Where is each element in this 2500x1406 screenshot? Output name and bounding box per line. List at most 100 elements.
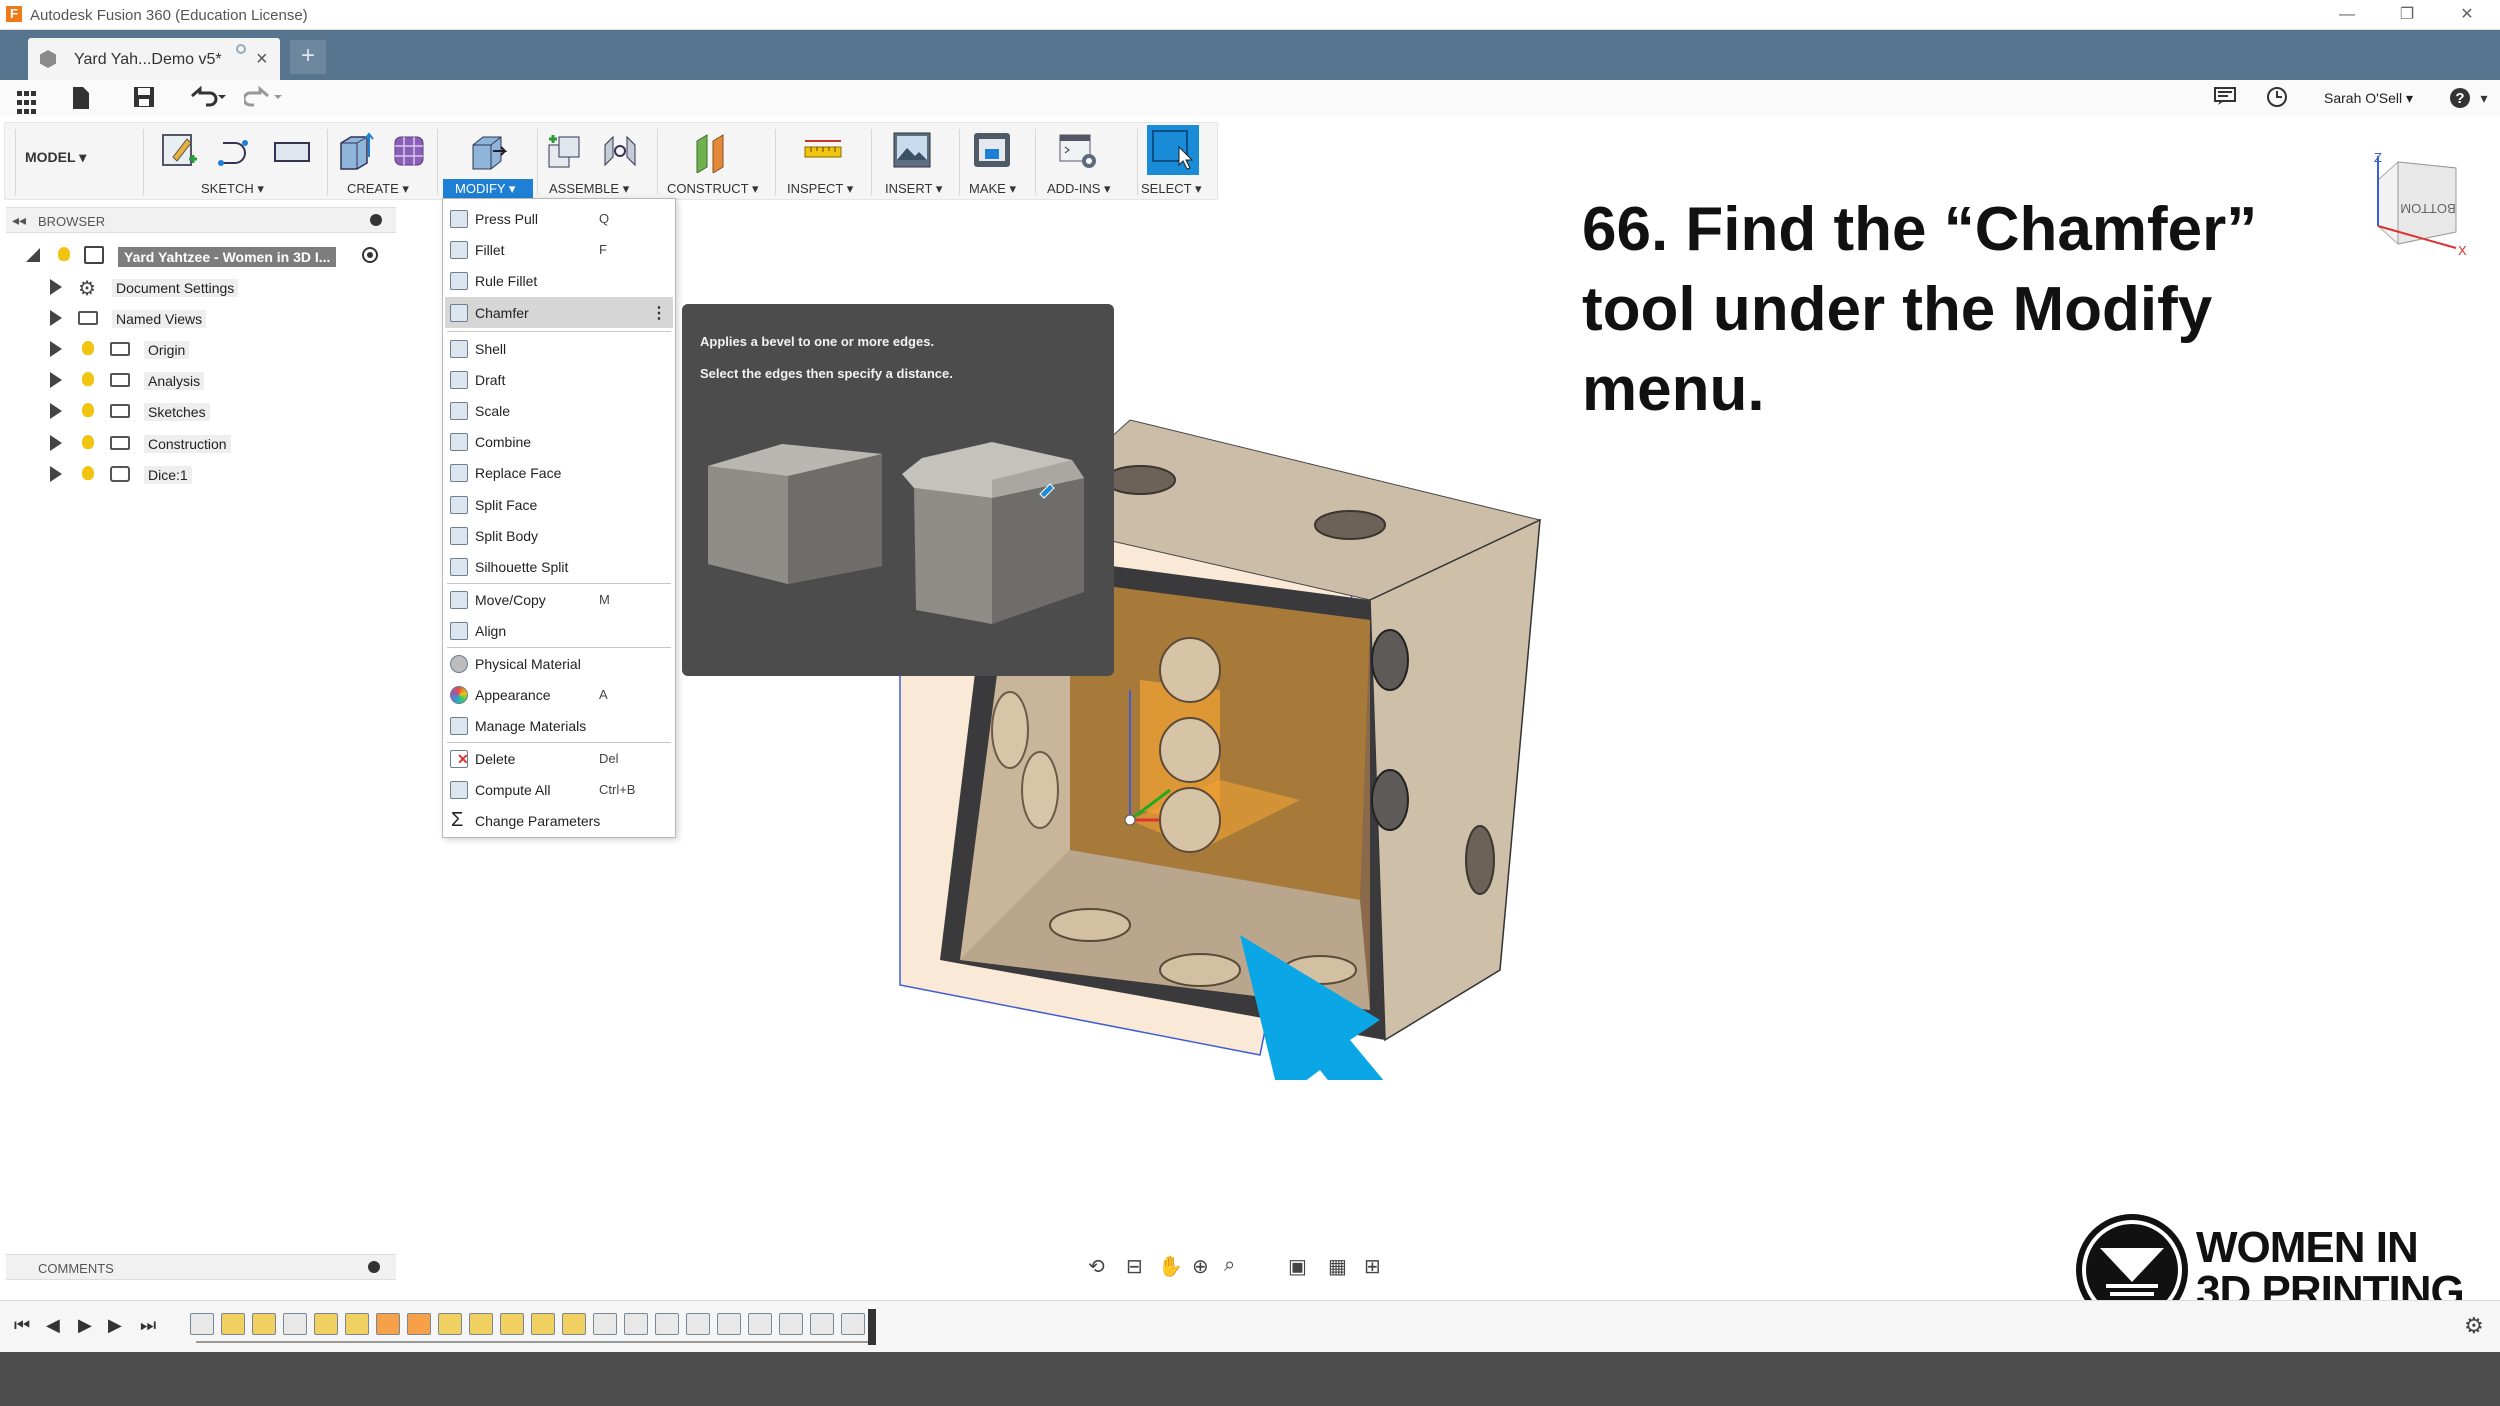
visibility-bulb-icon[interactable] [82, 403, 94, 417]
menu-item-change-parameters[interactable]: Σ Change Parameters [443, 805, 675, 836]
extrude-icon[interactable] [335, 129, 377, 173]
timeline-feature[interactable] [221, 1313, 245, 1335]
select-group-label[interactable]: SELECT ▾ [1141, 181, 1201, 197]
construct-group-label[interactable]: CONSTRUCT ▾ [667, 181, 759, 197]
go-to-end-icon[interactable]: ⏭ [140, 1315, 156, 1336]
browser-item-origin[interactable]: Origin [0, 334, 400, 364]
minimize-button[interactable]: — [2332, 4, 2362, 26]
step-forward-icon[interactable]: ▶ [108, 1315, 122, 1336]
more-options-icon[interactable]: ⋮ [651, 303, 667, 323]
create-sketch-icon[interactable] [159, 129, 201, 173]
menu-item-replace-face[interactable]: Replace Face [443, 457, 675, 488]
menu-item-manage-materials[interactable]: Manage Materials [443, 710, 675, 741]
expand-triangle-icon[interactable] [50, 279, 62, 295]
browser-item-sketches[interactable]: Sketches [0, 396, 400, 426]
menu-item-physical-material[interactable]: Physical Material [443, 648, 675, 679]
viewports-icon[interactable]: ⊞ [1364, 1254, 1381, 1279]
expand-triangle-icon[interactable] [50, 372, 62, 388]
offset-plane-icon[interactable] [691, 129, 733, 174]
fit-icon[interactable]: ⌕ [1224, 1254, 1235, 1277]
zoom-icon[interactable]: ⊕ [1192, 1254, 1209, 1279]
timeline-feature[interactable] [624, 1313, 648, 1335]
3d-print-icon[interactable] [971, 129, 1013, 173]
add-ins-group-label[interactable]: ADD-INS ▾ [1047, 181, 1111, 197]
browser-item-label[interactable]: Sketches [144, 403, 210, 421]
browser-item-label[interactable]: Named Views [112, 310, 207, 328]
timeline-feature[interactable] [810, 1313, 834, 1335]
grid-settings-icon[interactable]: ▦ [1328, 1254, 1347, 1279]
menu-item-chamfer[interactable]: Chamfer ⋮ [443, 297, 675, 328]
play-icon[interactable]: ▶ [78, 1315, 92, 1336]
display-settings-icon[interactable]: ▣ [1288, 1254, 1307, 1279]
create-group-label[interactable]: CREATE ▾ [347, 181, 409, 197]
document-tab[interactable]: Yard Yah...Demo v5* × [28, 38, 280, 80]
select-tool-icon[interactable] [1147, 125, 1199, 175]
help-icon[interactable]: ? [2446, 86, 2474, 110]
menu-item-move-copy[interactable]: Move/Copy M [443, 584, 675, 615]
scripts-addins-icon[interactable] [1057, 129, 1099, 173]
browser-item-label[interactable]: Document Settings [112, 279, 239, 297]
inspect-group-label[interactable]: INSPECT ▾ [787, 181, 853, 197]
timeline-feature[interactable] [841, 1313, 865, 1335]
menu-item-rule-fillet[interactable]: Rule Fillet [443, 265, 675, 296]
measure-icon[interactable] [801, 129, 843, 173]
browser-item-label[interactable]: Origin [144, 341, 190, 359]
new-component-icon[interactable] [543, 129, 585, 173]
timeline-feature[interactable] [562, 1313, 586, 1335]
visibility-bulb-icon[interactable] [82, 372, 94, 386]
add-comment-icon[interactable] [368, 1261, 380, 1273]
timeline-track[interactable] [196, 1341, 872, 1343]
comments-panel-header[interactable]: COMMENTS [6, 1254, 396, 1280]
timeline-feature[interactable] [779, 1313, 803, 1335]
collapse-panel-icon[interactable]: ◂◂ [12, 212, 26, 229]
menu-item-split-body[interactable]: Split Body [443, 520, 675, 551]
expand-triangle-icon[interactable] [50, 341, 62, 357]
restore-button[interactable]: ❐ [2392, 4, 2422, 26]
workspace-switcher[interactable]: MODEL ▾ [25, 149, 86, 166]
timeline-feature[interactable] [500, 1313, 524, 1335]
data-panel-grid-icon[interactable] [14, 86, 38, 114]
browser-item-label[interactable]: Construction [144, 435, 231, 453]
browser-panel-header[interactable]: ◂◂ BROWSER [6, 207, 396, 233]
timeline-feature[interactable] [438, 1313, 462, 1335]
press-pull-icon[interactable] [465, 129, 508, 173]
joint-icon[interactable] [599, 129, 641, 173]
expanded-triangle-icon[interactable] [26, 248, 40, 262]
go-to-start-icon[interactable]: ⏮ [14, 1315, 30, 1336]
look-at-icon[interactable]: ⊟ [1126, 1254, 1143, 1279]
new-tab-button[interactable]: + [290, 40, 326, 74]
expand-triangle-icon[interactable] [50, 466, 62, 482]
menu-item-split-face[interactable]: Split Face [443, 489, 675, 520]
insert-image-icon[interactable] [891, 129, 933, 173]
activate-radio-icon[interactable] [362, 247, 378, 263]
redo-icon[interactable] [242, 85, 286, 110]
browser-item-construction[interactable]: Construction [0, 428, 400, 458]
visibility-bulb-icon[interactable] [82, 341, 94, 355]
pan-hand-icon[interactable]: ✋ [1158, 1254, 1183, 1279]
timeline-feature[interactable] [252, 1313, 276, 1335]
menu-item-shell[interactable]: Shell [443, 333, 675, 364]
timeline-feature[interactable] [190, 1313, 214, 1335]
file-menu-icon[interactable] [66, 86, 96, 110]
browser-item-document-settings[interactable]: ⚙ Document Settings [0, 272, 400, 302]
browser-options-icon[interactable] [370, 214, 382, 226]
timeline-feature[interactable] [655, 1313, 679, 1335]
root-component-label[interactable]: Yard Yahtzee - Women in 3D I... [118, 247, 337, 267]
help-dropdown-icon[interactable]: ▾ [2476, 86, 2492, 110]
visibility-bulb-icon[interactable] [82, 466, 94, 480]
close-window-button[interactable]: ✕ [2452, 4, 2482, 26]
orbit-icon[interactable]: ⟲ [1088, 1254, 1105, 1279]
history-clock-icon[interactable] [2264, 86, 2290, 110]
timeline-feature[interactable] [748, 1313, 772, 1335]
timeline-marker[interactable] [868, 1309, 876, 1345]
timeline-feature[interactable] [345, 1313, 369, 1335]
visibility-bulb-icon[interactable] [82, 435, 94, 449]
step-back-icon[interactable]: ◀ [46, 1315, 60, 1336]
expand-triangle-icon[interactable] [50, 310, 62, 326]
timeline-feature[interactable] [314, 1313, 338, 1335]
user-account-menu[interactable]: Sarah O'Sell ▾ [2324, 90, 2413, 107]
menu-item-press-pull[interactable]: Press Pull Q [443, 203, 675, 234]
browser-item-label[interactable]: Dice:1 [144, 466, 192, 484]
browser-item-dice[interactable]: Dice:1 [0, 459, 400, 489]
timeline-feature[interactable] [593, 1313, 617, 1335]
